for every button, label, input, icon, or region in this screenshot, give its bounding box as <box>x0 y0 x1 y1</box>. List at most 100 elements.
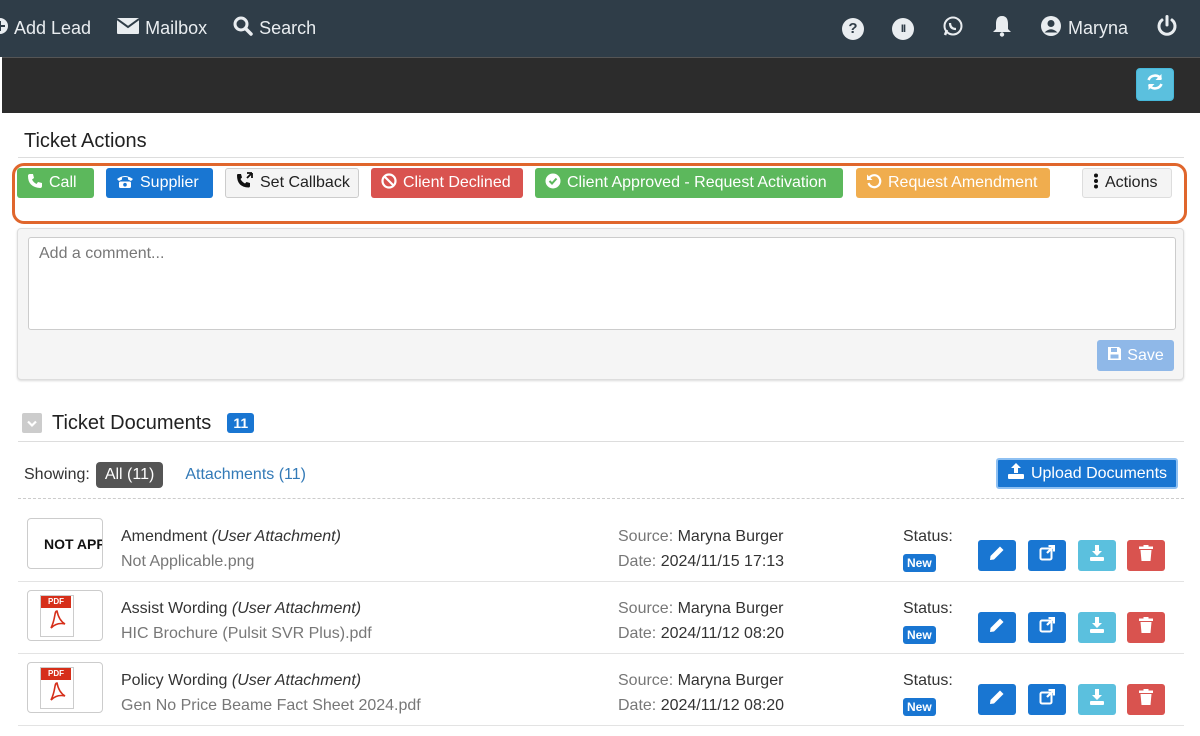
document-thumbnail[interactable]: PDF <box>27 590 103 641</box>
documents-count-badge: 11 <box>227 413 255 433</box>
plus-circle-icon <box>0 18 8 39</box>
comment-panel: Save <box>17 228 1184 380</box>
divider <box>18 157 1184 158</box>
pause-icon[interactable]: II <box>891 17 914 40</box>
set-callback-button[interactable]: Set Callback <box>225 168 359 198</box>
date-label: Date: <box>618 625 657 642</box>
telephone-icon <box>116 173 134 194</box>
download-icon <box>1089 689 1105 710</box>
client-declined-button[interactable]: Client Declined <box>371 168 523 198</box>
document-kind: (User Attachment) <box>231 600 362 617</box>
document-name: Policy Wording (User Attachment) <box>121 672 361 690</box>
user-circle-icon <box>1040 15 1062 42</box>
refresh-button[interactable] <box>1136 68 1174 101</box>
request-amendment-button[interactable]: Request Amendment <box>856 168 1050 198</box>
document-kind: (User Attachment) <box>211 528 341 545</box>
delete-button[interactable] <box>1127 540 1165 571</box>
actions-label: Actions <box>1105 174 1158 191</box>
document-row: NOT APP Amendment (User Attachment) Not … <box>18 510 1184 582</box>
client-approved-button[interactable]: Client Approved - Request Activation <box>535 168 843 198</box>
showing-label: Showing: <box>24 466 90 483</box>
external-link-icon <box>1039 616 1056 638</box>
date-label: Date: <box>618 697 657 714</box>
document-filename: HIC Brochure (Pulsit SVR Plus).pdf <box>121 625 372 642</box>
nav-add-lead[interactable]: Add Lead <box>0 0 91 57</box>
save-button[interactable]: Save <box>1097 340 1174 371</box>
comment-input[interactable] <box>28 237 1176 330</box>
document-date: Date: 2024/11/12 08:20 <box>618 697 784 715</box>
pdf-tag: PDF <box>41 668 71 680</box>
pencil-icon <box>989 617 1005 638</box>
ban-icon <box>381 172 397 194</box>
filter-all[interactable]: All (11) <box>95 462 164 488</box>
floppy-disk-icon <box>1107 346 1122 366</box>
date-label: Date: <box>618 553 657 570</box>
open-external-button[interactable] <box>1028 540 1066 571</box>
pdf-tag: PDF <box>41 596 71 608</box>
upload-documents-button[interactable]: Upload Documents <box>996 458 1178 489</box>
power-icon[interactable] <box>1156 15 1178 42</box>
trash-icon <box>1139 689 1153 710</box>
delete-button[interactable] <box>1127 684 1165 715</box>
nav-search[interactable]: Search <box>233 0 316 57</box>
phone-icon <box>27 173 43 194</box>
document-title: Assist Wording <box>121 600 228 617</box>
call-button-label: Call <box>49 174 77 191</box>
upload-icon <box>1007 463 1025 484</box>
download-button[interactable] <box>1078 612 1116 643</box>
date-value: 2024/11/15 17:13 <box>660 553 785 570</box>
bell-icon[interactable] <box>992 15 1012 42</box>
callback-phone-icon <box>236 171 254 195</box>
filter-attachments[interactable]: Attachments (11) <box>185 466 306 484</box>
source-value: Maryna Burger <box>677 528 784 545</box>
status-badge: New <box>903 698 936 716</box>
help-icon[interactable]: ? <box>841 17 864 40</box>
open-external-button[interactable] <box>1028 684 1066 715</box>
document-thumbnail[interactable]: PDF <box>27 662 103 713</box>
document-name: Amendment (User Attachment) <box>121 528 341 546</box>
download-button[interactable] <box>1078 684 1116 715</box>
client-declined-label: Client Declined <box>403 174 511 191</box>
status-badge: New <box>903 626 936 644</box>
status-badge: New <box>903 554 936 572</box>
supplier-button-label: Supplier <box>140 174 199 191</box>
supplier-button[interactable]: Supplier <box>106 168 213 198</box>
save-button-label: Save <box>1127 346 1164 364</box>
call-button[interactable]: Call <box>17 168 94 198</box>
open-external-button[interactable] <box>1028 612 1066 643</box>
download-icon <box>1089 545 1105 566</box>
edit-button[interactable] <box>978 684 1016 715</box>
whatsapp-icon[interactable] <box>942 15 964 42</box>
document-source: Source: Maryna Burger <box>618 672 783 690</box>
collapse-checkbox-icon[interactable] <box>22 413 42 433</box>
user-name: Maryna <box>1067 18 1128 38</box>
delete-button[interactable] <box>1127 612 1165 643</box>
envelope-icon <box>116 18 140 39</box>
document-source: Source: Maryna Burger <box>618 528 783 546</box>
edit-button[interactable] <box>978 612 1016 643</box>
actions-menu-button[interactable]: Actions <box>1082 168 1172 198</box>
document-thumbnail[interactable]: NOT APP <box>27 518 103 569</box>
nav-mailbox-label: Mailbox <box>145 18 208 38</box>
document-title: Policy Wording <box>121 672 228 689</box>
document-row: PDF Assist Wording (User Attachment) HIC… <box>18 582 1184 654</box>
date-value: 2024/11/12 08:20 <box>660 697 785 714</box>
document-date: Date: 2024/11/15 17:13 <box>618 553 784 571</box>
edit-button[interactable] <box>978 540 1016 571</box>
divider <box>18 498 1184 499</box>
status-label: Status: <box>903 600 953 617</box>
undo-icon <box>866 173 882 194</box>
document-filename: Gen No Price Beame Fact Sheet 2024.pdf <box>121 697 421 714</box>
pencil-icon <box>989 545 1005 566</box>
vertical-ellipsis-icon <box>1093 173 1099 194</box>
top-navbar: Add Lead Mailbox Search ? II Maryna <box>0 0 1200 57</box>
document-date: Date: 2024/11/12 08:20 <box>618 625 784 643</box>
trash-icon <box>1139 617 1153 638</box>
nav-mailbox[interactable]: Mailbox <box>116 0 208 57</box>
source-label: Source: <box>618 672 674 689</box>
user-menu[interactable]: Maryna <box>1040 15 1128 42</box>
download-button[interactable] <box>1078 540 1116 571</box>
upload-documents-label: Upload Documents <box>1030 464 1168 482</box>
document-filters: Showing: All (11) Attachments (11) <box>24 462 306 488</box>
source-label: Source: <box>618 600 674 617</box>
